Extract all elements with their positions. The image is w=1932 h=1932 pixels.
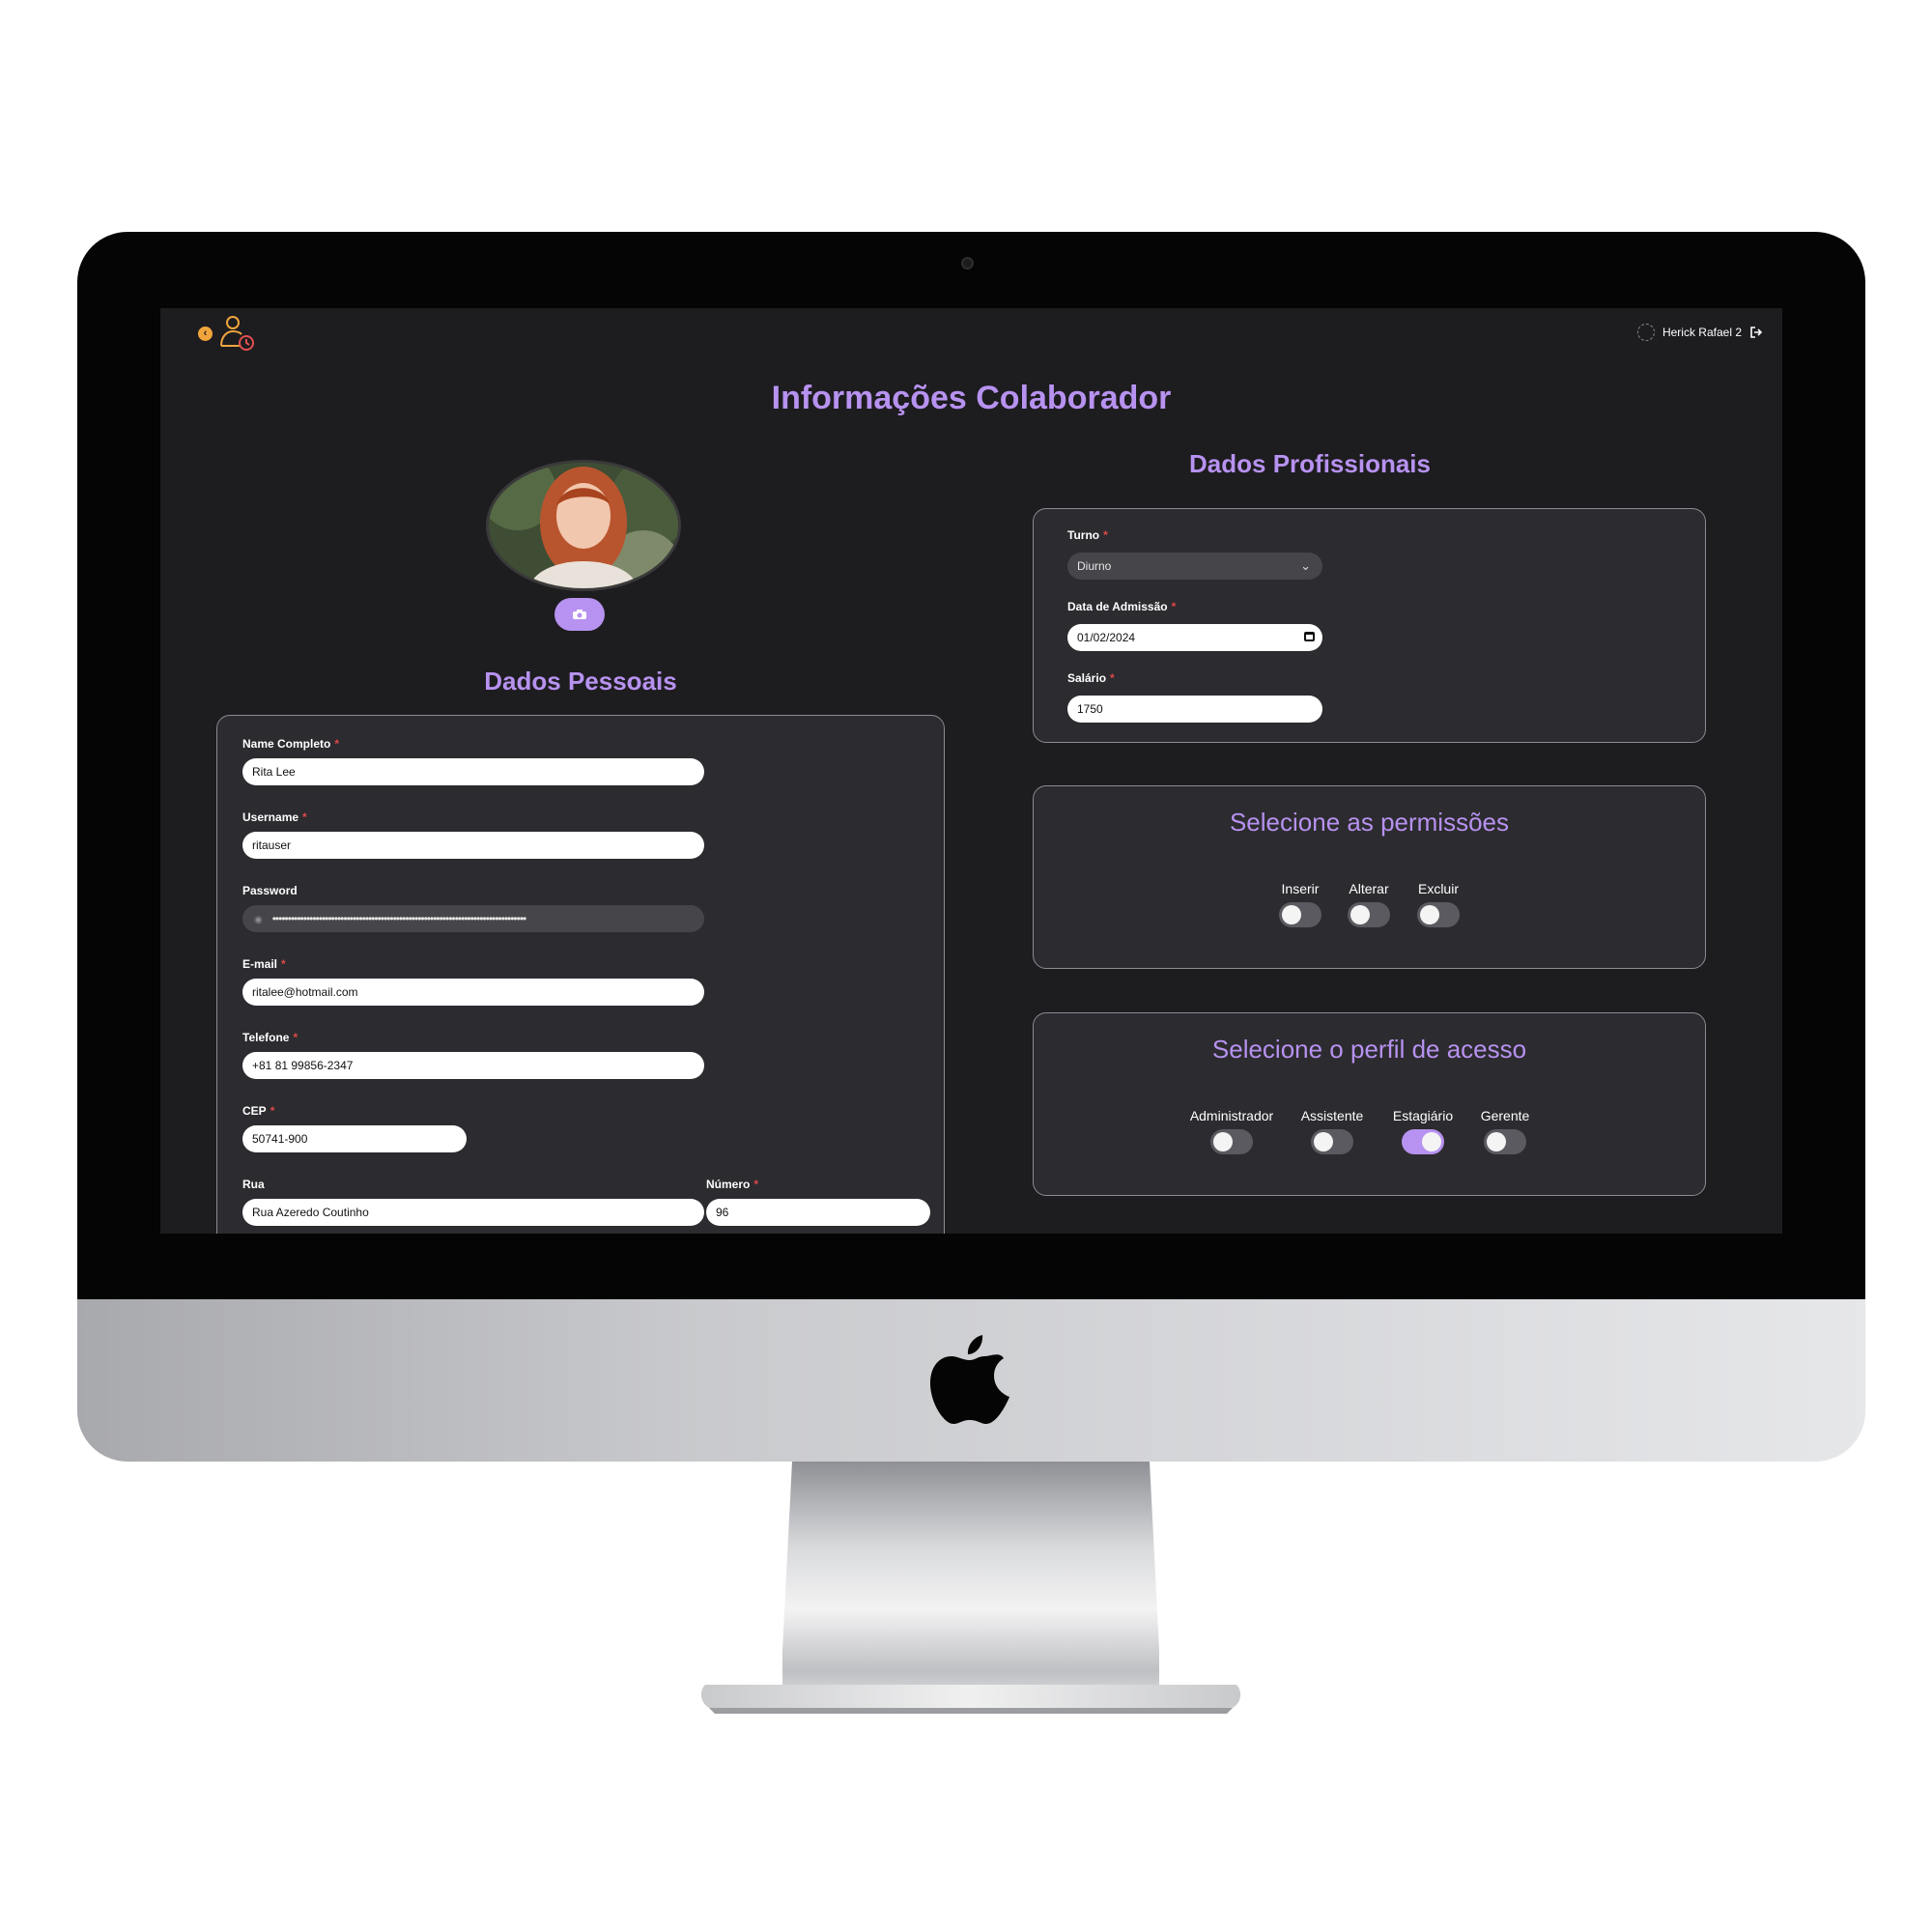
permissions-title: Selecione as permissões xyxy=(1229,808,1510,837)
shift-label: Turno * xyxy=(1067,528,1108,542)
chevron-left-icon[interactable]: ‹ xyxy=(198,327,213,341)
profile-intern-label: Estagiário xyxy=(1392,1108,1454,1123)
user-name: Herick Rafael 2 xyxy=(1662,326,1742,339)
profile-manager: Gerente xyxy=(1466,1108,1544,1154)
app-screen: ‹ Herick Rafael 2 Informações Colaborado… xyxy=(160,308,1782,1234)
profile-photo xyxy=(486,460,681,591)
user-clock-icon[interactable] xyxy=(218,314,257,353)
profile-assistant: Assistente xyxy=(1289,1108,1376,1154)
email-input[interactable]: ritalee@hotmail.com xyxy=(242,979,704,1006)
apple-logo xyxy=(930,1335,1009,1424)
number-input[interactable]: 96 xyxy=(706,1199,930,1226)
profile-assistant-toggle[interactable] xyxy=(1311,1129,1353,1154)
permission-update-label: Alterar xyxy=(1349,881,1389,896)
phone-input[interactable]: +81 81 99856-2347 xyxy=(242,1052,704,1079)
camera-icon xyxy=(573,610,586,619)
salary-input[interactable]: 1750 xyxy=(1067,696,1322,723)
permission-delete: Excluir xyxy=(1409,881,1467,927)
profile-manager-toggle[interactable] xyxy=(1484,1129,1526,1154)
salary-label: Salário * xyxy=(1067,671,1115,685)
chevron-down-icon: ⌄ xyxy=(1300,558,1311,573)
page-title: Informações Colaborador xyxy=(771,380,1172,416)
permission-update-toggle[interactable] xyxy=(1348,902,1390,927)
avatar xyxy=(1636,324,1655,341)
profile-admin-label: Administrador xyxy=(1189,1108,1274,1123)
monitor-stand xyxy=(782,1462,1159,1708)
username-label: Username * xyxy=(242,810,307,824)
password-label: Password xyxy=(242,884,298,897)
calendar-icon[interactable] xyxy=(1304,632,1315,641)
permission-insert: Inserir xyxy=(1271,881,1329,927)
permission-delete-label: Excluir xyxy=(1417,881,1459,896)
permission-update: Alterar xyxy=(1340,881,1398,927)
full-name-label: Name Completo * xyxy=(242,737,340,751)
logout-icon[interactable] xyxy=(1749,326,1763,339)
profile-admin-toggle[interactable] xyxy=(1210,1129,1253,1154)
permissions-card: Selecione as permissões Inserir Alterar … xyxy=(1033,785,1706,969)
profile-manager-label: Gerente xyxy=(1480,1108,1530,1123)
permission-insert-toggle[interactable] xyxy=(1279,902,1321,927)
full-name-input[interactable]: Rita Lee xyxy=(242,758,704,785)
profile-admin: Administrador xyxy=(1179,1108,1285,1154)
username-input[interactable]: ritauser xyxy=(242,832,704,859)
personal-section-title: Dados Pessoais xyxy=(484,667,677,696)
access-profile-title: Selecione o perfil de acesso xyxy=(1211,1035,1527,1064)
personal-data-card: Name Completo * Rita Lee Username * ritaus… xyxy=(216,715,945,1234)
number-label: Número * xyxy=(706,1178,759,1191)
admission-date-label: Data de Admissão * xyxy=(1067,600,1177,613)
professional-section-title: Dados Profissionais xyxy=(1189,449,1431,478)
access-profile-card: Selecione o perfil de acesso Administrad… xyxy=(1033,1012,1706,1196)
cep-input[interactable]: 50741-900 xyxy=(242,1125,467,1152)
shift-select[interactable]: Diurno ⌄ xyxy=(1067,553,1322,580)
street-label: Rua xyxy=(242,1178,265,1191)
profile-intern-toggle[interactable] xyxy=(1402,1129,1444,1154)
stand-base xyxy=(700,1685,1241,1714)
password-input[interactable]: ◉ •••••••••••••••••••••••••••••••••••••••… xyxy=(242,905,704,932)
admission-date-input[interactable]: 01/02/2024 xyxy=(1067,624,1322,651)
eye-icon[interactable]: ◉ xyxy=(254,915,263,925)
cep-label: CEP * xyxy=(242,1104,275,1118)
webcam xyxy=(961,257,974,270)
change-photo-button[interactable] xyxy=(554,598,605,631)
phone-label: Telefone * xyxy=(242,1031,298,1044)
profile-intern: Estagiário xyxy=(1379,1108,1466,1154)
permission-insert-label: Inserir xyxy=(1281,881,1320,896)
email-label: E-mail * xyxy=(242,957,286,971)
professional-data-card: Turno * Diurno ⌄ Data de Admissão * 01/02/… xyxy=(1033,508,1706,743)
user-menu[interactable]: Herick Rafael 2 xyxy=(1636,324,1763,341)
permission-delete-toggle[interactable] xyxy=(1417,902,1460,927)
street-input[interactable]: Rua Azeredo Coutinho xyxy=(242,1199,704,1226)
profile-assistant-label: Assistente xyxy=(1300,1108,1364,1123)
